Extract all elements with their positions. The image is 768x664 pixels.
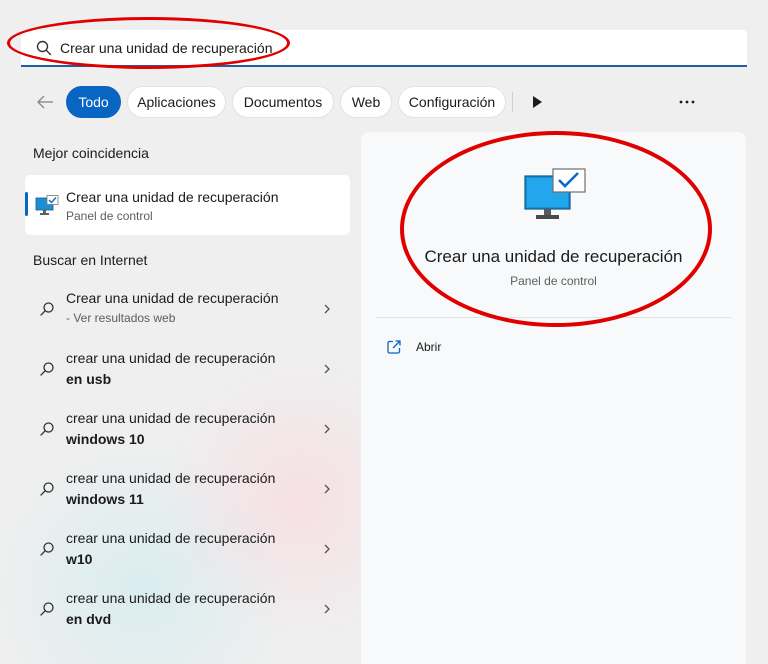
monitor-check-icon	[524, 168, 586, 219]
search-icon	[40, 362, 54, 376]
web-result-item[interactable]: crear una unidad de recuperación windows…	[25, 460, 350, 518]
best-match-subtitle: Panel de control	[66, 209, 153, 223]
search-bar[interactable]	[21, 30, 747, 67]
search-icon	[40, 422, 54, 436]
tab-todo[interactable]: Todo	[66, 86, 121, 118]
web-result-item[interactable]: crear una unidad de recuperación w10	[25, 520, 350, 578]
detail-title: Crear una unidad de recuperación	[424, 247, 683, 266]
web-result-text: crear una unidad de recuperación	[66, 590, 276, 606]
chevron-right-icon[interactable]	[322, 422, 332, 436]
web-result-text: crear una unidad de recuperación	[66, 350, 276, 366]
web-result-text: crear una unidad de recuperación	[66, 470, 276, 486]
chevron-right-icon[interactable]	[322, 362, 332, 376]
web-result-subtext: - Ver resultados web	[66, 311, 176, 325]
play-icon[interactable]	[529, 94, 545, 110]
open-label: Abrir	[416, 340, 442, 354]
web-result-suffix: en dvd	[66, 611, 112, 627]
web-result-suffix: w10	[66, 551, 93, 567]
search-icon	[40, 542, 54, 556]
chip-divider	[512, 92, 513, 112]
detail-subtitle: Panel de control	[510, 274, 597, 288]
tab-aplicaciones[interactable]: Aplicaciones	[127, 86, 226, 118]
web-result-text: Crear una unidad de recuperación	[66, 290, 279, 306]
best-match-item[interactable]: Crear una unidad de recuperación Panel d…	[25, 175, 350, 235]
search-icon	[36, 40, 52, 56]
search-input[interactable]	[60, 40, 660, 56]
web-result-item[interactable]: crear una unidad de recuperación en usb	[25, 340, 350, 398]
web-result-text: crear una unidad de recuperación	[66, 410, 276, 426]
web-result-text: crear una unidad de recuperación	[66, 530, 276, 546]
best-match-title: Crear una unidad de recuperación	[66, 189, 279, 205]
search-icon	[40, 602, 54, 616]
detail-panel: Crear una unidad de recuperación Panel d…	[361, 132, 746, 664]
chevron-right-icon[interactable]	[322, 482, 332, 496]
selection-indicator	[25, 192, 28, 216]
chevron-right-icon[interactable]	[322, 542, 332, 556]
web-search-heading: Buscar en Internet	[33, 252, 148, 268]
search-icon	[40, 302, 54, 316]
arrow-left-icon[interactable]	[33, 90, 57, 114]
web-result-item[interactable]: crear una unidad de recuperación windows…	[25, 400, 350, 458]
tab-documentos[interactable]: Documentos	[232, 86, 334, 118]
tab-web[interactable]: Web	[340, 86, 392, 118]
open-external-icon	[387, 340, 401, 354]
best-match-heading: Mejor coincidencia	[33, 145, 149, 161]
divider	[376, 317, 731, 318]
web-result-item[interactable]: Crear una unidad de recuperación - Ver r…	[25, 280, 350, 338]
tab-configuracion[interactable]: Configuración	[398, 86, 506, 118]
more-horizontal-icon[interactable]	[678, 97, 696, 107]
monitor-check-icon	[35, 195, 59, 215]
chevron-right-icon[interactable]	[322, 302, 332, 316]
search-icon	[40, 482, 54, 496]
open-button[interactable]: Abrir	[383, 335, 503, 359]
web-result-suffix: en usb	[66, 371, 112, 387]
web-result-item[interactable]: crear una unidad de recuperación en dvd	[25, 580, 350, 638]
chevron-right-icon[interactable]	[322, 602, 332, 616]
web-result-suffix: windows 11	[66, 491, 144, 507]
web-result-suffix: windows 10	[66, 431, 145, 447]
